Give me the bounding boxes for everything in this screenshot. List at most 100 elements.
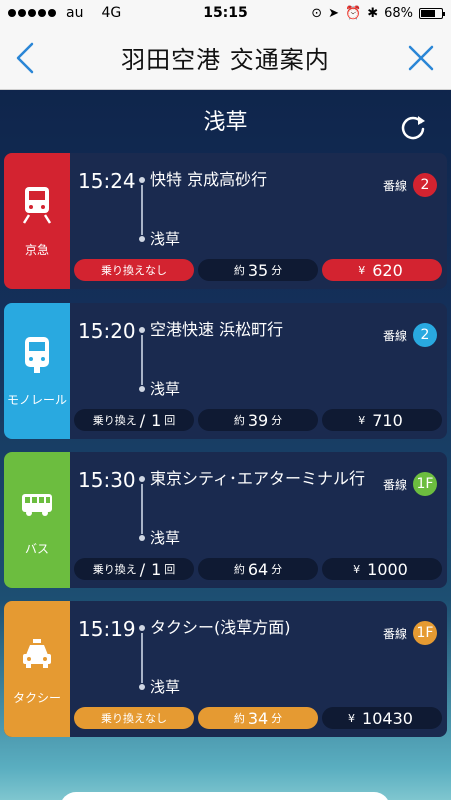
platform-label: 番線 bbox=[382, 179, 407, 193]
mode-label: バス bbox=[24, 541, 49, 556]
duration-pill: 約 64 分 bbox=[198, 558, 318, 580]
transfer-pill: 乗り換えなし bbox=[74, 707, 194, 729]
platform-label: 番線 bbox=[382, 478, 407, 492]
page-title: 羽田空港 交通案内 bbox=[121, 46, 330, 74]
carrier-name: au bbox=[66, 5, 84, 21]
duration-unit: 分 bbox=[271, 264, 283, 277]
platform-label: 番線 bbox=[382, 329, 407, 343]
destination-dot bbox=[139, 684, 145, 690]
route-summary: 乗り換え / 1 回 約 39 分 ¥ 710 bbox=[74, 409, 442, 431]
route-card[interactable]: バス 15:30 東京シティ･エアターミナル行 浅草 番線 1F 乗り換え / … bbox=[4, 452, 447, 588]
destination-dot bbox=[139, 386, 145, 392]
origin-dot bbox=[139, 327, 145, 333]
duration-pill: 約 35 分 bbox=[198, 259, 318, 281]
close-icon[interactable] bbox=[405, 42, 437, 74]
status-bar: au 4G 15:15 ⊙ ➤ ⏰ ✱ 68% bbox=[0, 0, 451, 26]
platform-badge: 1F bbox=[413, 472, 437, 496]
duration-prefix: 約 bbox=[233, 712, 245, 725]
service-name: タクシー(浅草方面) bbox=[150, 618, 291, 637]
mode-tag: 京急 bbox=[4, 153, 70, 289]
route-details: 15:20 空港快速 浜松町行 浅草 番線 2 乗り換え / 1 回 約 39 … bbox=[70, 303, 447, 439]
fare-value: 1000 bbox=[367, 559, 408, 579]
route-card[interactable]: モノレール 15:20 空港快速 浜松町行 浅草 番線 2 乗り換え / 1 回… bbox=[4, 303, 447, 439]
duration-prefix: 約 bbox=[233, 264, 245, 277]
duration-value: 35 bbox=[247, 260, 269, 280]
fare-value: 620 bbox=[372, 260, 403, 280]
mode-label: モノレール bbox=[6, 392, 67, 407]
alarm-icon: ⏰ bbox=[345, 5, 362, 21]
fare-pill: ¥ 620 bbox=[322, 259, 442, 281]
battery-icon bbox=[419, 7, 445, 19]
service-name: 快特 京成高砂行 bbox=[150, 170, 268, 189]
transfer-pill: 乗り換え / 1 回 bbox=[74, 558, 194, 580]
transfer-prefix: 乗り換え bbox=[92, 414, 137, 427]
currency-symbol: ¥ bbox=[358, 413, 366, 427]
navigation-bar: 羽田空港 交通案内 bbox=[0, 26, 451, 90]
route-card[interactable]: 京急 15:24 快特 京成高砂行 浅草 番線 2 乗り換えなし 約 35 分 … bbox=[4, 153, 447, 289]
departure-time: 15:24 bbox=[78, 169, 136, 193]
transfer-prefix: 乗り換え bbox=[92, 563, 137, 576]
route-line bbox=[141, 633, 143, 683]
duration-prefix: 約 bbox=[233, 563, 245, 576]
route-line bbox=[141, 185, 143, 235]
transfer-text: 乗り換えなし bbox=[101, 264, 167, 277]
route-summary: 乗り換えなし 約 35 分 ¥ 620 bbox=[74, 259, 442, 281]
service-name: 空港快速 浜松町行 bbox=[150, 320, 284, 339]
fare-pill: ¥ 10430 bbox=[322, 707, 442, 729]
network-type: 4G bbox=[101, 5, 122, 21]
location-icon: ➤ bbox=[328, 5, 339, 21]
duration-prefix: 約 bbox=[233, 414, 245, 427]
mode-label: タクシー bbox=[12, 690, 61, 705]
origin-dot bbox=[139, 177, 145, 183]
duration-unit: 分 bbox=[271, 712, 283, 725]
departure-time: 15:20 bbox=[78, 319, 136, 343]
battery-percent: 68% bbox=[384, 5, 413, 21]
duration-value: 39 bbox=[247, 410, 269, 430]
currency-symbol: ¥ bbox=[353, 562, 361, 576]
destination-dot bbox=[139, 236, 145, 242]
bottom-sheet-handle[interactable] bbox=[60, 792, 390, 800]
fare-pill: ¥ 1000 bbox=[322, 558, 442, 580]
route-summary: 乗り換えなし 約 34 分 ¥ 10430 bbox=[74, 707, 442, 729]
origin-dot bbox=[139, 625, 145, 631]
arrival-stop: 浅草 bbox=[150, 380, 181, 398]
route-line bbox=[141, 484, 143, 534]
train-icon bbox=[20, 185, 54, 225]
bluetooth-icon: ✱ bbox=[367, 5, 379, 21]
duration-pill: 約 34 分 bbox=[198, 707, 318, 729]
route-card[interactable]: タクシー 15:19 タクシー(浅草方面) 浅草 番線 1F 乗り換えなし 約 … bbox=[4, 601, 447, 737]
transfer-count: 1 bbox=[151, 559, 162, 579]
route-details: 15:19 タクシー(浅草方面) 浅草 番線 1F 乗り換えなし 約 34 分 … bbox=[70, 601, 447, 737]
platform-label: 番線 bbox=[382, 627, 407, 641]
departure-time: 15:30 bbox=[78, 468, 136, 492]
service-name: 東京シティ･エアターミナル行 bbox=[150, 469, 366, 488]
signal-strength-icon bbox=[8, 9, 56, 17]
route-details: 15:30 東京シティ･エアターミナル行 浅草 番線 1F 乗り換え / 1 回… bbox=[70, 452, 447, 588]
departure-time: 15:19 bbox=[78, 617, 136, 641]
platform-badge: 2 bbox=[413, 323, 437, 347]
arrival-stop: 浅草 bbox=[150, 230, 181, 248]
refresh-icon[interactable] bbox=[397, 112, 429, 144]
route-details: 15:24 快特 京成高砂行 浅草 番線 2 乗り換えなし 約 35 分 ¥ 6… bbox=[70, 153, 447, 289]
arrival-stop: 浅草 bbox=[150, 678, 181, 696]
currency-symbol: ¥ bbox=[358, 263, 366, 277]
fare-value: 10430 bbox=[362, 708, 413, 728]
transfer-suffix: 回 bbox=[164, 563, 176, 576]
route-line bbox=[141, 335, 143, 385]
monorail-icon bbox=[20, 335, 54, 375]
bus-icon bbox=[20, 484, 54, 524]
duration-unit: 分 bbox=[271, 563, 283, 576]
back-chevron-icon[interactable] bbox=[12, 40, 42, 76]
destination-title: 浅草 bbox=[203, 110, 248, 135]
arrival-stop: 浅草 bbox=[150, 529, 181, 547]
platform-badge: 1F bbox=[413, 621, 437, 645]
platform-badge: 2 bbox=[413, 173, 437, 197]
taxi-icon bbox=[20, 633, 54, 673]
currency-symbol: ¥ bbox=[348, 711, 356, 725]
duration-pill: 約 39 分 bbox=[198, 409, 318, 431]
route-summary: 乗り換え / 1 回 約 64 分 ¥ 1000 bbox=[74, 558, 442, 580]
mode-tag: バス bbox=[4, 452, 70, 588]
duration-unit: 分 bbox=[271, 414, 283, 427]
mode-tag: モノレール bbox=[4, 303, 70, 439]
fare-pill: ¥ 710 bbox=[322, 409, 442, 431]
